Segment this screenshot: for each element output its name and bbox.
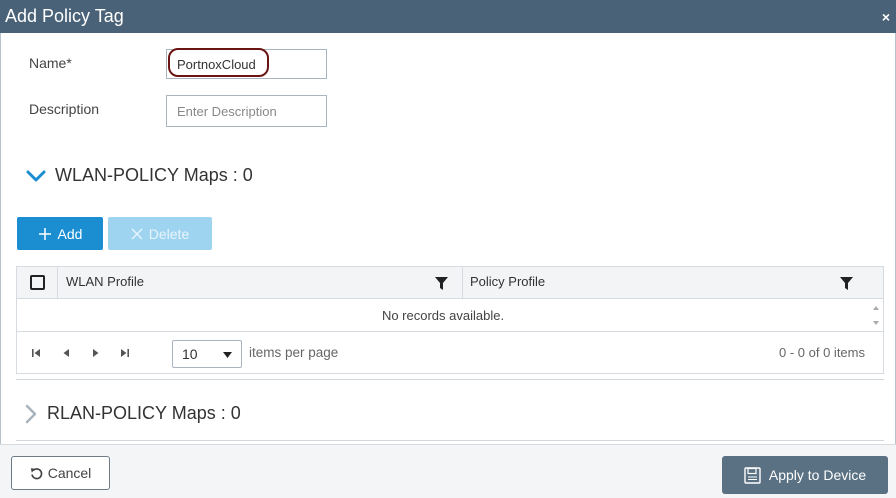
wlan-policy-section-title: WLAN-POLICY Maps : 0: [55, 165, 253, 185]
description-input[interactable]: Enter Description: [166, 95, 327, 127]
chevron-down-icon: [26, 170, 46, 181]
add-button-label: Add: [57, 225, 83, 242]
description-label: Description: [29, 101, 100, 117]
section-divider: [16, 379, 884, 380]
apply-button-label: Apply to Device: [768, 467, 867, 483]
dialog-footer: Cancel Apply to Device: [0, 444, 896, 498]
name-highlight-annotation: [168, 48, 269, 77]
add-button[interactable]: Add: [17, 217, 103, 250]
rlan-policy-section-title: RLAN-POLICY Maps : 0: [47, 403, 241, 423]
previous-page-icon[interactable]: [61, 348, 71, 358]
name-label: Name*: [29, 55, 72, 71]
column-separator: [57, 267, 58, 299]
column-header-policy-profile[interactable]: Policy Profile: [470, 274, 545, 289]
save-icon: [744, 466, 761, 484]
cancel-button-label: Cancel: [47, 465, 92, 481]
wlan-policy-grid: WLAN Profile Policy Profile No records a…: [16, 266, 884, 374]
delete-button[interactable]: Delete: [108, 217, 212, 250]
last-page-icon[interactable]: [120, 348, 130, 358]
select-all-checkbox[interactable]: [30, 275, 45, 290]
items-per-page-label: items per page: [249, 345, 339, 360]
plus-icon: [38, 227, 51, 240]
caret-down-icon: [223, 352, 232, 358]
section-divider: [16, 440, 884, 441]
dialog-left-border: [0, 33, 1, 444]
grid-pager: 10 items per page 0 - 0 of 0 items: [17, 331, 883, 373]
undo-icon: [30, 467, 43, 479]
first-page-icon[interactable]: [31, 348, 41, 358]
dialog-title: Add Policy Tag: [5, 6, 124, 26]
apply-to-device-button[interactable]: Apply to Device: [722, 456, 888, 494]
vertical-scrollbar[interactable]: [869, 300, 883, 331]
grid-header: WLAN Profile Policy Profile: [17, 267, 883, 299]
pager-range-text: 0 - 0 of 0 items: [779, 345, 865, 360]
delete-button-label: Delete: [148, 225, 190, 242]
cancel-button[interactable]: Cancel: [11, 456, 110, 490]
wlan-policy-section-toggle[interactable]: WLAN-POLICY Maps : 0: [26, 165, 253, 186]
chevron-right-icon: [25, 404, 37, 423]
page-size-value: 10: [182, 346, 198, 362]
scroll-arrows-icon: [873, 306, 879, 325]
next-page-icon[interactable]: [91, 348, 101, 358]
rlan-policy-section-toggle[interactable]: RLAN-POLICY Maps : 0: [24, 403, 241, 424]
page-size-select[interactable]: 10: [172, 340, 242, 368]
filter-icon[interactable]: [840, 277, 853, 290]
no-records-message: No records available.: [381, 308, 505, 323]
close-icon: [131, 228, 143, 239]
column-header-wlan-profile[interactable]: WLAN Profile: [66, 274, 144, 289]
filter-icon[interactable]: [435, 277, 448, 290]
dialog-titlebar: Add Policy Tag ×: [0, 0, 896, 33]
column-separator: [462, 267, 463, 299]
close-icon[interactable]: ×: [882, 9, 890, 25]
